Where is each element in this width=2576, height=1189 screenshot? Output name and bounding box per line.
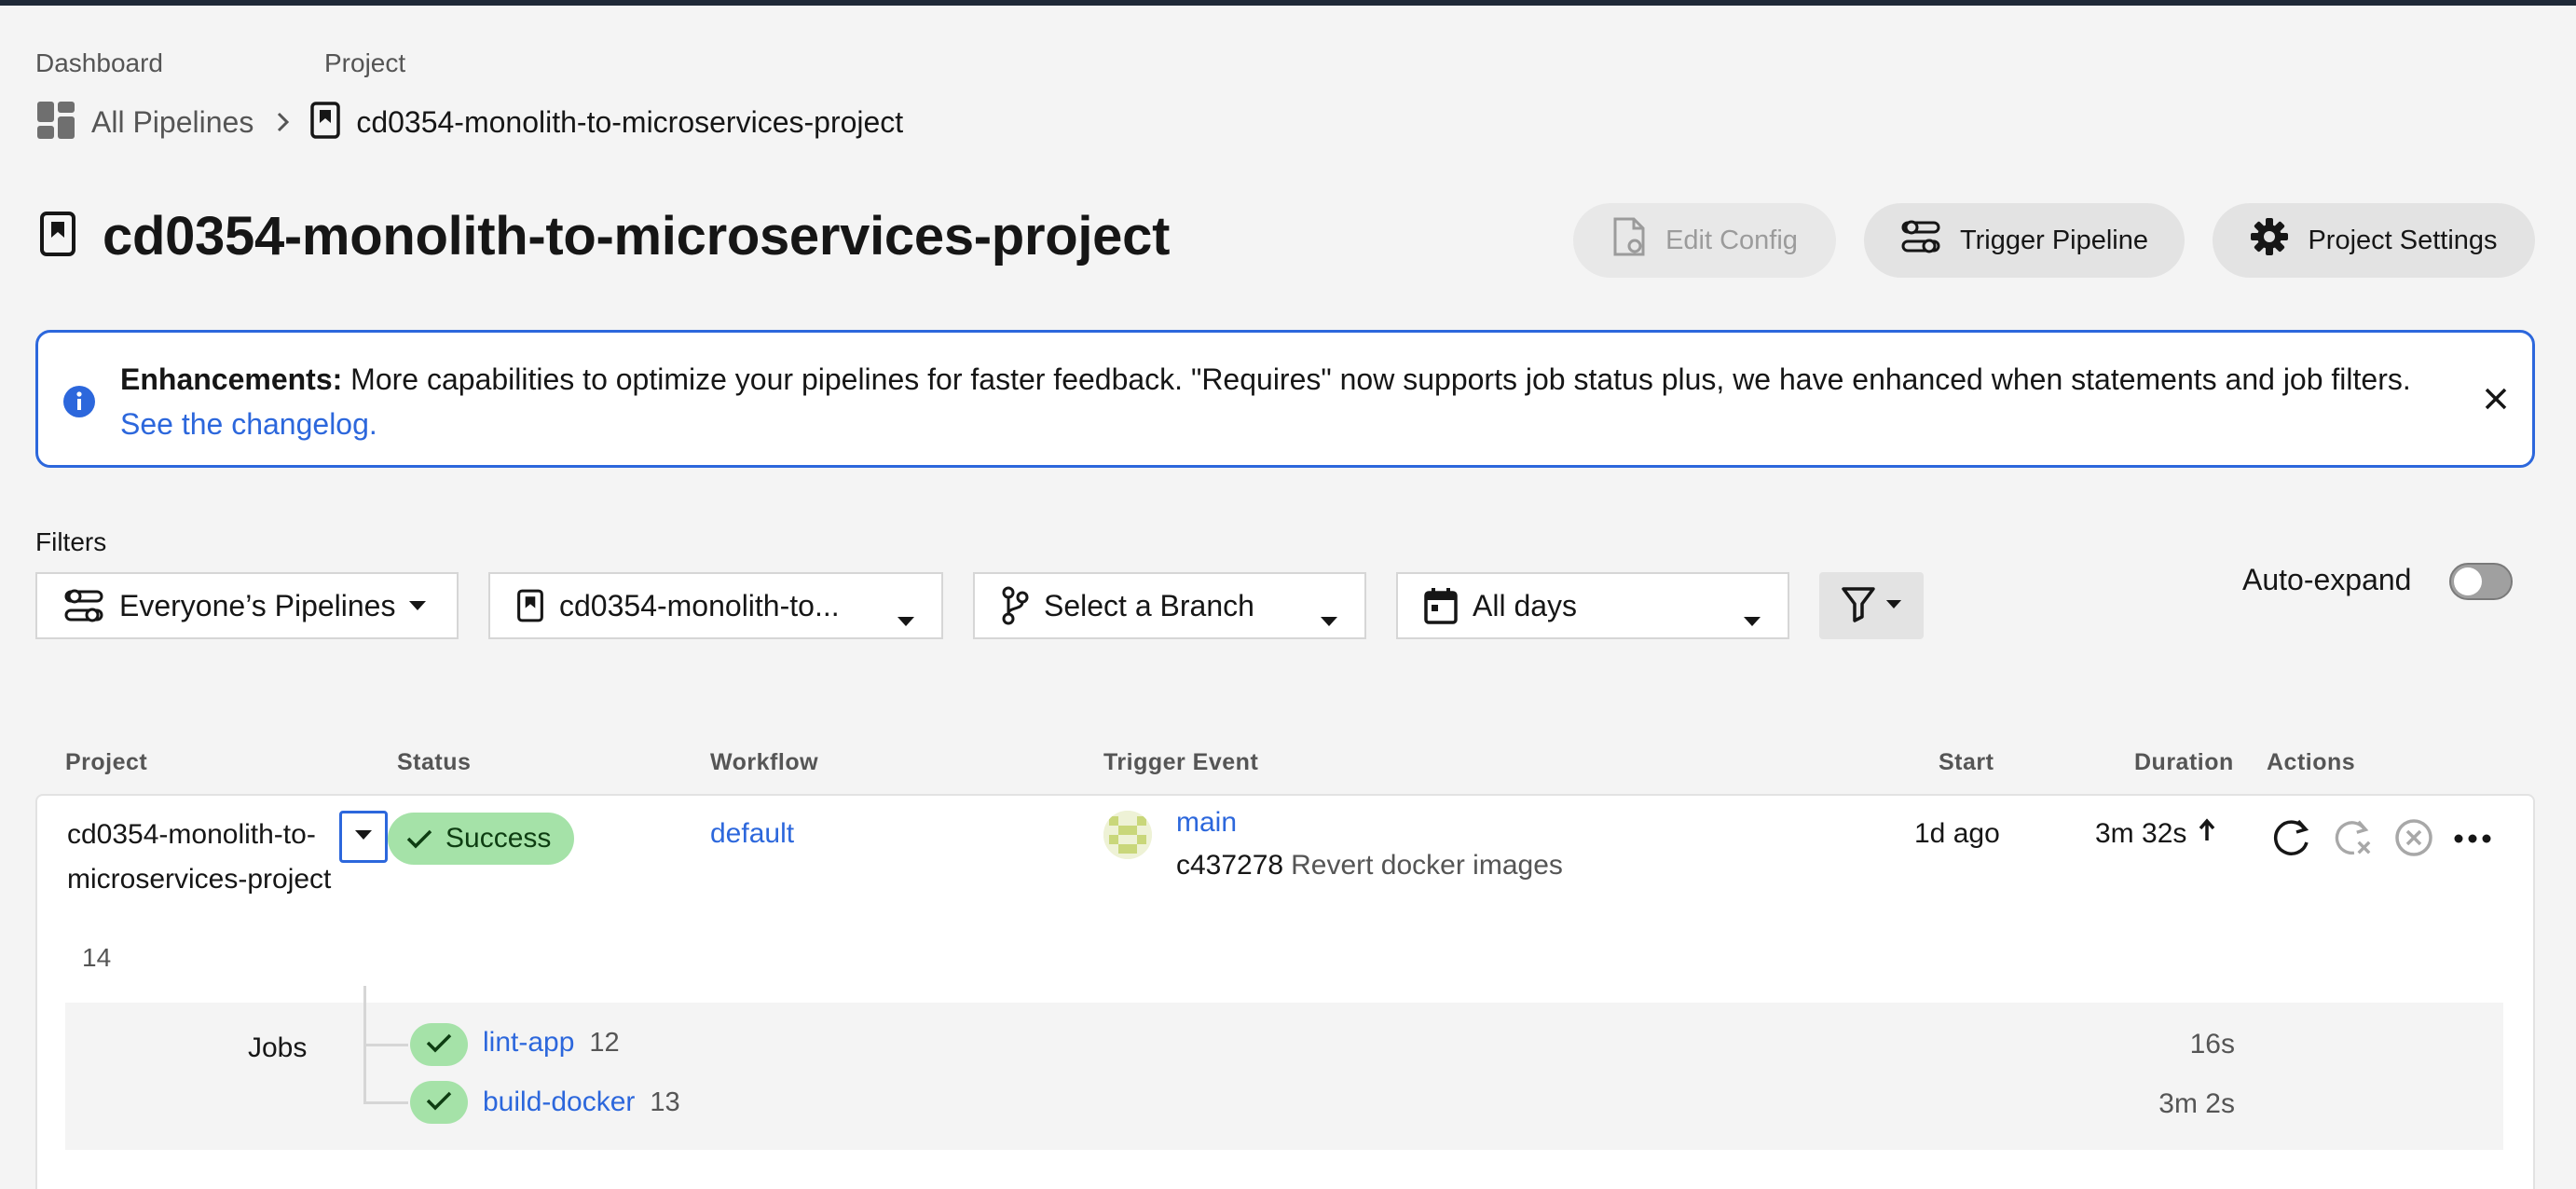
git-branch-icon — [1001, 586, 1029, 625]
status-badge[interactable]: Success — [388, 813, 574, 865]
funnel-icon — [1841, 585, 1876, 627]
enhancements-banner: Enhancements: More capabilities to optim… — [35, 330, 2535, 468]
trigger-pipeline-label: Trigger Pipeline — [1959, 225, 2149, 255]
job-name[interactable]: build-docker — [483, 1086, 635, 1117]
banner-message: More capabilities to optimize your pipel… — [342, 362, 2411, 396]
jobs-tree-branch — [363, 1044, 408, 1046]
breadcrumb-dashboard-heading: Dashboard — [35, 48, 163, 77]
job-success-badge — [410, 1023, 468, 1066]
col-header-start: Start — [1939, 749, 1994, 775]
sliders-icon — [1900, 219, 1941, 262]
job-duration: 3m 2s — [2158, 1088, 2235, 1119]
caret-down-icon — [1320, 600, 1338, 635]
caret-down-icon — [897, 600, 915, 635]
job-number: 13 — [650, 1087, 680, 1117]
avatar — [1103, 811, 1152, 859]
auto-expand-toggle[interactable] — [2449, 563, 2513, 600]
branch-filter-dropdown[interactable]: Select a Branch — [973, 572, 1366, 639]
job-duration: 16s — [2189, 1029, 2235, 1059]
pipelines-filter-value: Everyone’s Pipelines — [119, 588, 396, 622]
row-start-time: 1d ago — [1914, 818, 2000, 849]
close-icon[interactable] — [2484, 387, 2508, 416]
caret-down-icon — [1743, 600, 1761, 635]
changelog-link[interactable]: See the changelog. — [120, 407, 377, 441]
caret-down-icon — [408, 600, 427, 611]
gear-icon — [2250, 217, 2289, 264]
banner-bold: Enhancements: — [120, 362, 343, 396]
commit-hash[interactable]: c437278 — [1176, 850, 1283, 881]
check-icon — [406, 828, 432, 849]
commit-message: Revert docker images — [1291, 850, 1563, 881]
col-header-duration: Duration — [2134, 749, 2234, 775]
top-bar — [0, 0, 2576, 6]
days-filter-dropdown[interactable]: All days — [1396, 572, 1789, 639]
row-expand-button[interactable] — [339, 811, 388, 863]
trigger-pipeline-button[interactable]: Trigger Pipeline — [1864, 203, 2185, 278]
project-settings-label: Project Settings — [2308, 225, 2498, 255]
sliders-icon — [63, 588, 104, 623]
project-settings-button[interactable]: Project Settings — [2213, 203, 2535, 278]
auto-expand-label: Auto-expand — [2242, 563, 2412, 596]
edit-config-button[interactable]: Edit Config — [1573, 203, 1836, 278]
toggle-knob — [2454, 567, 2482, 595]
col-header-project: Project — [65, 749, 148, 775]
page-header: cd0354-monolith-to-microservices-project — [39, 205, 1170, 267]
info-icon — [62, 385, 96, 423]
workflow-link[interactable]: default — [710, 818, 794, 850]
job-success-badge — [410, 1081, 468, 1124]
arrow-up-icon — [2198, 818, 2216, 850]
col-header-actions: Actions — [2267, 749, 2356, 775]
row-pipeline-number: 14 — [82, 943, 112, 972]
project-bookmark-icon — [39, 211, 76, 262]
rerun-failed-icon[interactable] — [2332, 816, 2373, 859]
check-icon — [426, 1090, 452, 1115]
duration-value: 3m 32s — [2095, 818, 2187, 849]
edit-config-label: Edit Config — [1665, 225, 1798, 255]
filters-label: Filters — [35, 527, 107, 556]
banner-text: Enhancements: More capabilities to optim… — [120, 357, 2422, 446]
project-bookmark-icon — [309, 101, 341, 144]
rerun-icon[interactable] — [2270, 816, 2313, 859]
jobs-tree-branch — [363, 1101, 408, 1104]
caret-down-icon — [354, 828, 373, 845]
breadcrumb-current-project[interactable]: cd0354-monolith-to-microservices-project — [356, 105, 903, 140]
project-filter-dropdown[interactable]: cd0354-monolith-to... — [488, 572, 943, 639]
breadcrumb-project-heading: Project — [324, 48, 406, 77]
branch-link[interactable]: main — [1176, 807, 1237, 839]
calendar-icon — [1424, 587, 1458, 624]
caret-down-icon — [1885, 597, 1902, 614]
jobs-label: Jobs — [248, 1032, 308, 1063]
status-label: Success — [445, 823, 552, 854]
row-project-name[interactable]: cd0354-monolith-to-microservices-project — [67, 813, 337, 902]
pipelines-filter-dropdown[interactable]: Everyone’s Pipelines — [35, 572, 459, 639]
job-name[interactable]: lint-app — [483, 1027, 574, 1058]
commit-info: c437278 Revert docker images — [1176, 850, 1563, 882]
job-number: 12 — [589, 1028, 620, 1058]
file-gear-icon — [1611, 216, 1647, 265]
breadcrumb-all-pipelines[interactable]: All Pipelines — [91, 105, 253, 140]
job-item[interactable]: lint-app 12 — [483, 1027, 620, 1059]
project-filter-value: cd0354-monolith-to... — [559, 588, 840, 622]
page-title: cd0354-monolith-to-microservices-project — [103, 206, 1171, 266]
more-options-icon[interactable] — [2453, 816, 2492, 859]
col-header-trigger-event: Trigger Event — [1103, 749, 1259, 775]
advanced-filter-button[interactable] — [1819, 572, 1924, 639]
job-item[interactable]: build-docker 13 — [483, 1086, 680, 1118]
col-header-workflow: Workflow — [710, 749, 819, 775]
project-bookmark-icon — [516, 588, 544, 623]
days-filter-value: All days — [1473, 588, 1578, 622]
row-duration: 3m 32s — [2095, 818, 2216, 850]
dashboard-grid-icon — [35, 100, 76, 145]
col-header-status: Status — [397, 749, 472, 775]
breadcrumb: All Pipelines cd0354-monolith-to-microse… — [35, 101, 903, 144]
chevron-right-icon — [276, 111, 291, 133]
branch-filter-value: Select a Branch — [1044, 588, 1254, 622]
cancel-icon[interactable] — [2393, 816, 2434, 859]
check-icon — [426, 1032, 452, 1058]
